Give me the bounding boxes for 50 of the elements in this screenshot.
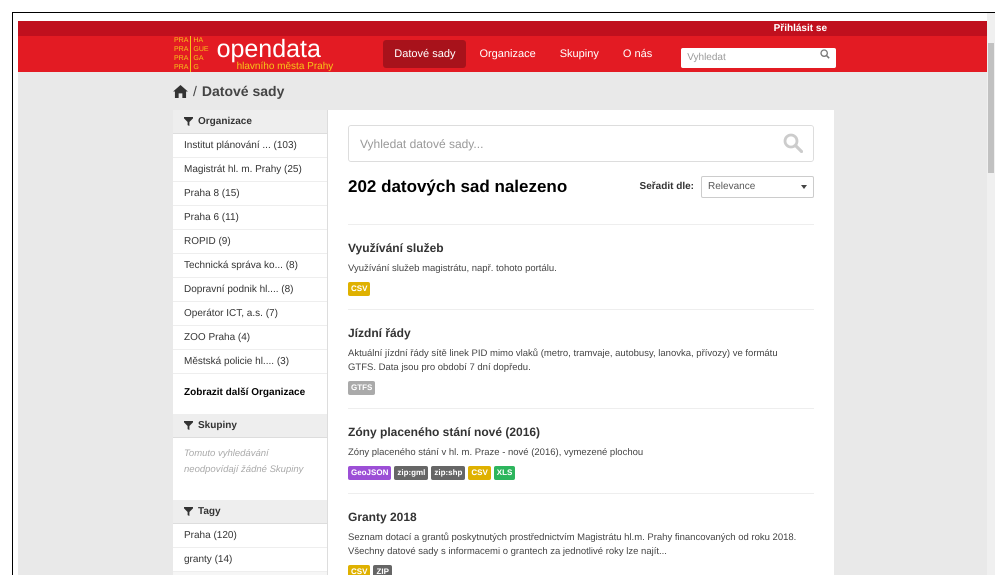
dataset-description: Zóny placeného stání v hl. m. Praze - nové (2016), vymezené plochou xyxy=(348,446,644,460)
format-tag[interactable]: zip:gml xyxy=(394,466,428,480)
dataset-description: Využívání služeb magistrátu, např. tohoto portálu. xyxy=(348,262,558,276)
home-icon[interactable] xyxy=(173,84,188,98)
dataset-search-field[interactable]: Vyhledat datové sady... xyxy=(348,125,814,162)
results-heading: 202 datových sad nalezeno xyxy=(348,176,568,198)
filter-icon xyxy=(184,421,193,430)
facet-title: Skupiny xyxy=(198,419,237,433)
format-tag[interactable]: ZIP xyxy=(373,564,392,575)
sort-select[interactable]: Relevance xyxy=(701,176,814,198)
facet-item[interactable]: Praha 6 (11) xyxy=(173,206,327,230)
facet-item[interactable]: Institut plánování ... (103) xyxy=(173,134,327,158)
caret-icon xyxy=(801,184,807,189)
dataset-title[interactable]: Granty 2018 xyxy=(348,508,814,526)
dataset-title[interactable]: Jízdní řády xyxy=(348,324,814,342)
breadcrumb-separator: / xyxy=(193,82,197,100)
format-tag[interactable]: zip:shp xyxy=(431,466,466,480)
filter-icon xyxy=(184,507,193,516)
facet-item[interactable]: Dopravní podnik hl.... (8) xyxy=(173,278,327,302)
facet-item[interactable]: Technická správa ko... (8) xyxy=(173,254,327,278)
nav-search-field[interactable]: Vyhledat xyxy=(681,48,836,68)
dataset-title[interactable]: Zóny placeného stání nové (2016) xyxy=(348,422,814,440)
search-icon xyxy=(820,49,830,59)
facet-title: Organizace xyxy=(198,115,252,129)
logo-title: opendata xyxy=(216,36,321,60)
nav-tab[interactable]: Datové sady xyxy=(383,40,466,68)
breadcrumb-text[interactable]: Datové sady xyxy=(202,80,284,102)
facet-item[interactable]: ZOO Praha (4) xyxy=(173,326,327,350)
sort-label: Seřadit dle: xyxy=(640,180,694,194)
format-tag[interactable]: GeoJSON xyxy=(348,466,392,480)
facet-title: Tagy xyxy=(198,505,221,519)
facet-item[interactable]: Městská policie hl.... (3) xyxy=(173,350,327,374)
empty-message: Tomuto vyhledávání neodpovídají žádné Skupiny xyxy=(184,447,305,477)
nav-tab[interactable]: Skupiny xyxy=(548,40,610,68)
scrollbar[interactable] xyxy=(987,13,995,575)
dataset-description: Seznam dotací a grantů poskytnutých prostřednictvím Magistrátu hl.m. Prahy financovaných od roku 2018. Všechny datové sady s informacemi o grantech za jednotlivé roky lze najít... xyxy=(348,530,798,558)
facet-item[interactable]: Magistrát hl. m. Prahy (25) xyxy=(173,158,327,182)
login-link[interactable]: Přihlásit se xyxy=(774,21,827,36)
dataset-description: Aktuální jízdní řády sítě linek PID mimo vlaků (metro, tramvaje, autobusy, lanovka, přívozy) ve formátu GTFS. Data jsou pro období 7 dní dopředu. xyxy=(348,346,779,374)
facet-item[interactable]: Operátor ICT, a.s. (7) xyxy=(173,302,327,326)
nav-tab[interactable]: O nás xyxy=(612,40,664,68)
facet-item[interactable]: ROPID (9) xyxy=(173,230,327,254)
facet-item[interactable]: Praha (120) xyxy=(173,524,327,548)
nav-tab[interactable]: Organizace xyxy=(468,40,547,68)
facet-item[interactable]: granty (14) xyxy=(173,548,327,572)
dataset-title[interactable]: Využívání služeb xyxy=(348,238,814,256)
logo-subtitle: hlavního města Prahy xyxy=(236,60,334,72)
search-icon[interactable] xyxy=(783,133,803,153)
filter-icon xyxy=(184,117,193,126)
facet-item[interactable]: Praha 8 (15) xyxy=(173,182,327,206)
